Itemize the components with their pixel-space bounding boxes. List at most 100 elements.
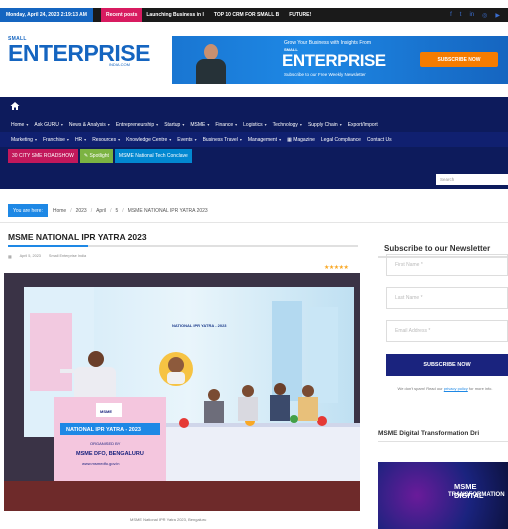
ticker-item[interactable]: Launching Business in I xyxy=(146,12,204,18)
home-icon[interactable] xyxy=(10,98,20,116)
nav-primary-label: Export/Import xyxy=(347,121,378,128)
last-name-field[interactable]: Last Name * xyxy=(386,287,508,309)
chevron-down-icon: ▾ xyxy=(194,137,197,142)
nav-primary-item[interactable]: Export/Import xyxy=(345,122,381,128)
chevron-down-icon: ▾ xyxy=(156,122,159,127)
nav-primary-item[interactable]: Logistics ▾ xyxy=(240,122,269,128)
youtube-icon[interactable]: ▶ xyxy=(495,12,500,19)
top-ticker-bar: Monday, April 24, 2023 2:19:13 AM Recent… xyxy=(0,8,508,22)
chevron-down-icon: ▾ xyxy=(84,137,87,142)
nav-primary-label: News & Analysis xyxy=(68,121,106,128)
facebook-icon[interactable]: f xyxy=(450,12,452,19)
banner-tagline: Grow Your Business with Insights From xyxy=(284,40,371,46)
spotlight-pill[interactable]: ✎ Spotlight xyxy=(79,149,113,163)
article-author[interactable]: Small Enterprise India xyxy=(49,254,86,259)
nav-secondary-item[interactable]: HR ▾ xyxy=(72,137,89,143)
chevron-down-icon: ▾ xyxy=(299,122,302,127)
breadcrumb-label: You are here: xyxy=(8,204,48,217)
chevron-down-icon: ▾ xyxy=(34,137,37,142)
nav-primary-label: Entrepreneurship xyxy=(115,121,155,128)
nav-secondary-label: ▦ Magazine xyxy=(287,136,315,143)
main-navigation: Home ▾ Ask GURU ▾ News & Analysis ▾ Entreprene… xyxy=(0,97,508,171)
breadcrumb-item[interactable]: 2023 xyxy=(76,208,87,214)
title-underline xyxy=(8,245,358,247)
privacy-policy-link[interactable]: privacy policy xyxy=(444,386,468,391)
roadshow-pill[interactable]: 30 CITY SME ROADSHOW xyxy=(8,149,78,163)
digital-transformation-promo[interactable]: MSME DIGITAL TRANSFORMATION xyxy=(378,462,508,529)
email-field[interactable]: Email Address * xyxy=(386,320,508,342)
nav-primary-item[interactable]: Supply Chain ▾ xyxy=(305,122,345,128)
breadcrumb-separator: / xyxy=(70,207,72,214)
current-date: Monday, April 24, 2023 2:19:13 AM xyxy=(0,8,93,22)
divider xyxy=(0,222,508,223)
nav-secondary-label: Contact Us xyxy=(366,136,392,143)
chevron-down-icon: ▾ xyxy=(66,137,69,142)
nav-row-secondary: Marketing ▾ Franchise ▾ HR ▾ Resources ▾ Knowled… xyxy=(0,132,508,147)
newsletter-banner-ad[interactable]: Grow Your Business with Insights From SM… xyxy=(172,36,508,84)
nav-secondary-label: Knowledge Centre xyxy=(126,136,168,143)
banner-subscribe-button[interactable]: SUBSCRIBE NOW xyxy=(420,52,498,67)
chevron-down-icon: ▾ xyxy=(169,137,172,142)
nav-primary-item[interactable]: Home ▾ xyxy=(8,122,31,128)
chevron-down-icon: ▾ xyxy=(207,122,210,127)
breadcrumb-item[interactable]: April xyxy=(96,208,106,214)
nav-secondary-item[interactable]: Events ▾ xyxy=(174,137,199,143)
nav-primary-label: Home xyxy=(11,121,25,128)
nav-secondary-item[interactable]: Business Travel ▾ xyxy=(200,137,245,143)
ticker-item[interactable]: FUTURE! xyxy=(289,12,311,18)
nav-primary-label: Startup xyxy=(164,121,181,128)
photo-caption: MSME National IPR Yatra 2023, Bengaluru xyxy=(130,517,207,522)
site-logo[interactable]: SMALL ENTERPRISE INDIA.COM xyxy=(8,36,150,67)
nav-secondary-item[interactable]: Legal Compliance xyxy=(318,137,364,143)
nav-primary-item[interactable]: Entrepreneurship ▾ xyxy=(113,122,161,128)
nav-primary-item[interactable]: News & Analysis ▾ xyxy=(66,122,113,128)
chevron-down-icon: ▾ xyxy=(235,122,238,127)
spam-more: for more info. xyxy=(468,386,493,391)
nav-secondary-item[interactable]: ▦ Magazine xyxy=(284,137,318,143)
banner-subtext: Subscribe to our Free Weekly Newsletter xyxy=(284,72,366,77)
article-meta: ▦ April 5, 2023 Small Enterprise India xyxy=(8,254,86,259)
chevron-down-icon: ▾ xyxy=(26,122,29,127)
first-name-field[interactable]: First Name * xyxy=(386,254,508,276)
nav-secondary-label: Management xyxy=(247,136,278,143)
search-input[interactable]: Search xyxy=(436,174,508,185)
chevron-down-icon: ▾ xyxy=(118,137,121,142)
nav-primary-item[interactable]: Finance ▾ xyxy=(212,122,240,128)
nav-secondary-item[interactable]: Resources ▾ xyxy=(89,137,123,143)
promo-subtitle: TRANSFORMATION xyxy=(448,492,505,498)
calendar-icon: ▦ xyxy=(8,255,12,259)
rating-stars[interactable]: ★★★★★ xyxy=(324,264,349,271)
nav-primary-item[interactable]: Ask GURU ▾ xyxy=(31,122,65,128)
backdrop-title: NATIONAL IPR YATRA - 2023 xyxy=(172,323,227,328)
digital-transformation-title[interactable]: MSME Digital Transformation Dri xyxy=(378,430,479,437)
chevron-down-icon: ▾ xyxy=(279,137,282,142)
podium-title: NATIONAL IPR YATRA - 2023 xyxy=(66,427,141,433)
nav-primary-label: Technology xyxy=(272,121,298,128)
nav-secondary-item[interactable]: Management ▾ xyxy=(245,137,284,143)
nav-secondary-item[interactable]: Marketing ▾ xyxy=(8,137,40,143)
instagram-icon[interactable]: ◎ xyxy=(482,12,487,19)
nav-primary-item[interactable]: MSME ▾ xyxy=(187,122,212,128)
breadcrumb-item[interactable]: 5 xyxy=(116,208,119,214)
chevron-down-icon: ▾ xyxy=(339,122,342,127)
breadcrumb-item[interactable]: Home xyxy=(53,208,66,214)
nav-secondary-label: Franchise xyxy=(42,136,65,143)
nav-secondary-item[interactable]: Franchise ▾ xyxy=(40,137,72,143)
breadcrumb-current: MSME NATIONAL IPR YATRA 2023 xyxy=(127,207,208,214)
spam-text: We don't spam! Read our xyxy=(397,386,443,391)
chevron-down-icon: ▾ xyxy=(107,122,110,127)
recent-posts-label: Recent posts xyxy=(100,8,143,22)
nav-secondary-item[interactable]: Contact Us xyxy=(364,137,395,143)
subscribe-button[interactable]: SUBSCRIBE NOW xyxy=(386,354,508,376)
twitter-icon[interactable]: t xyxy=(460,12,462,19)
ticker-item[interactable]: TOP 10 CRM FOR SMALL B xyxy=(214,12,279,18)
linkedin-icon[interactable]: in xyxy=(469,12,474,19)
banner-person-image xyxy=(194,42,228,84)
chevron-down-icon: ▾ xyxy=(239,137,242,142)
article-photo: NATIONAL IPR YATRA - 2023 MSME NATIONAL … xyxy=(4,273,360,511)
nav-primary-item[interactable]: Startup ▾ xyxy=(161,122,187,128)
tech-conclave-pill[interactable]: MSME National Tech Conclave xyxy=(114,149,192,163)
nav-primary-label: Finance xyxy=(215,121,234,128)
nav-secondary-item[interactable]: Knowledge Centre ▾ xyxy=(123,137,174,143)
nav-primary-item[interactable]: Technology ▾ xyxy=(270,122,305,128)
